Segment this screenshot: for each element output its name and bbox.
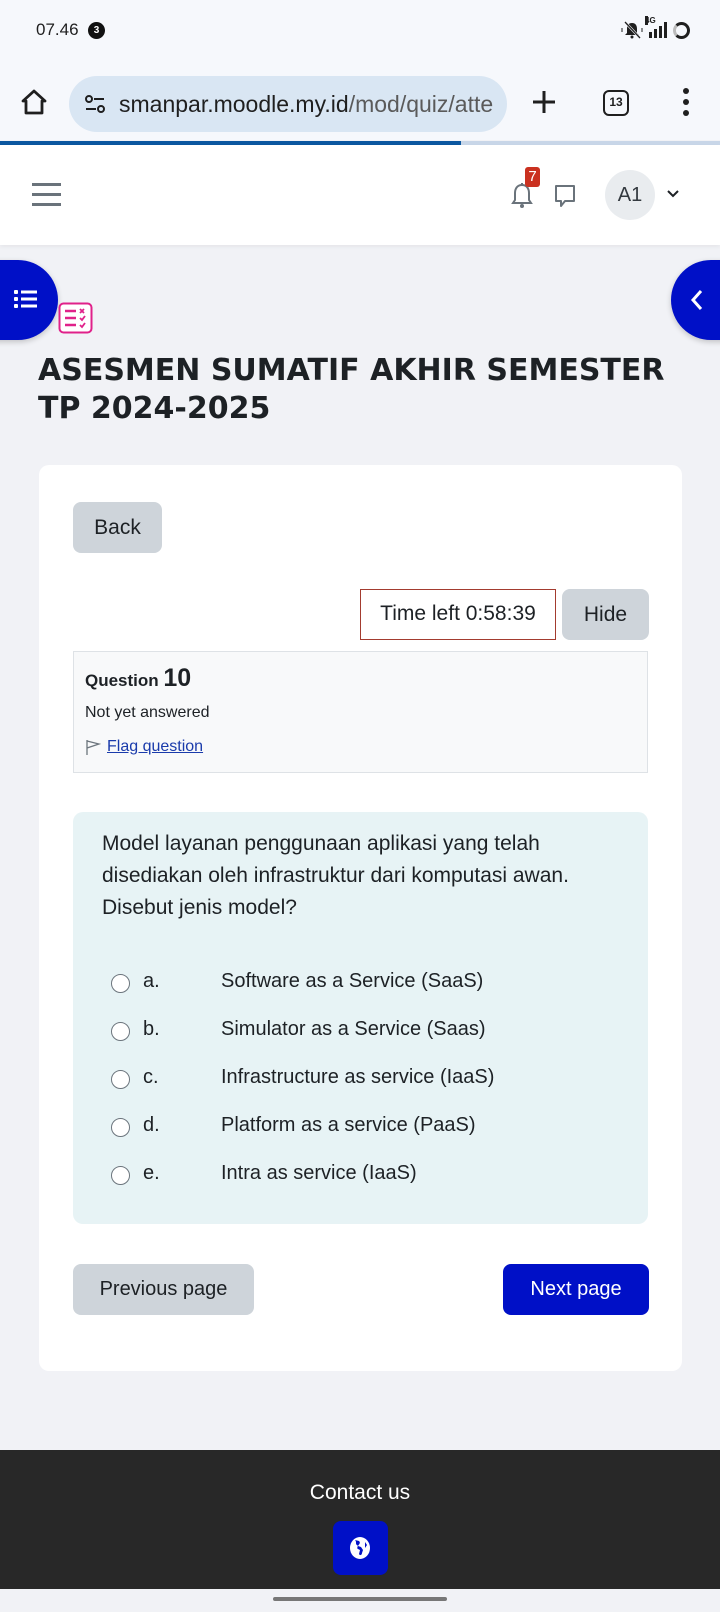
quiz-card: Back Time left 0:58:39 Hide Question 10 … — [39, 465, 682, 1371]
quiz-activity-icon — [58, 302, 93, 334]
url-path: /mod/quiz/atte — [348, 90, 494, 117]
answer-letter: a. — [143, 969, 160, 992]
address-bar[interactable]: smanpar.moodle.my.id/mod/quiz/atte — [69, 76, 507, 132]
answer-option[interactable]: c. Infrastructure as service (IaaS) — [111, 1053, 494, 1101]
question-info: Question 10 Not yet answered Flag questi… — [73, 651, 648, 773]
answer-option[interactable]: a. Software as a Service (SaaS) — [111, 957, 494, 1005]
status-time: 07.46 — [36, 20, 79, 39]
cell-signal-icon: 4G — [645, 16, 667, 38]
chevron-down-icon[interactable] — [666, 189, 680, 199]
answer-letter: b. — [143, 1017, 160, 1040]
answer-radio[interactable] — [111, 1069, 130, 1089]
messages-icon[interactable] — [553, 183, 577, 209]
page-title: ASESMEN SUMATIF AKHIR SEMESTER TP 2024-2… — [38, 353, 665, 426]
contact-us-heading: Contact us — [309, 1481, 411, 1504]
answer-option[interactable]: e. Intra as service (IaaS) — [111, 1149, 494, 1197]
site-navbar: 7 A1 — [0, 145, 720, 245]
flag-question-link[interactable]: Flag question — [85, 738, 203, 756]
question-content: Model layanan penggunaan aplikasi yang t… — [73, 812, 648, 1224]
answer-radio[interactable] — [111, 1165, 130, 1185]
answer-text[interactable]: Infrastructure as service (IaaS) — [221, 1066, 494, 1089]
notification-count-badge: 3 — [88, 22, 105, 39]
answer-letter: c. — [143, 1065, 159, 1088]
course-index-toggle[interactable] — [0, 260, 58, 340]
hamburger-menu-icon[interactable] — [32, 183, 61, 207]
chevron-left-icon — [690, 290, 703, 310]
answer-text[interactable]: Platform as a service (PaaS) — [221, 1114, 476, 1137]
flag-question-label[interactable]: Flag question — [107, 738, 203, 756]
question-text: Model layanan penggunaan aplikasi yang t… — [102, 832, 569, 919]
notifications-badge: 7 — [525, 167, 540, 187]
flag-icon — [86, 740, 101, 755]
back-button[interactable]: Back — [73, 502, 162, 553]
website-link-button[interactable] — [333, 1521, 388, 1575]
user-avatar[interactable]: A1 — [605, 170, 655, 220]
page-footer: Contact us — [0, 1450, 720, 1589]
status-bar: 07.46 3 4G — [0, 0, 720, 64]
answer-options: a. Software as a Service (SaaS) b. Simul… — [111, 957, 494, 1197]
status-icons: 4G — [621, 16, 690, 40]
answer-radio[interactable] — [111, 973, 130, 993]
new-tab-icon[interactable] — [530, 88, 558, 116]
answer-letter: d. — [143, 1113, 160, 1136]
answer-radio[interactable] — [111, 1021, 130, 1041]
answer-text[interactable]: Intra as service (IaaS) — [221, 1162, 417, 1185]
answer-letter: e. — [143, 1161, 160, 1184]
question-label: Question — [85, 671, 159, 690]
answer-option[interactable]: b. Simulator as a Service (Saas) — [111, 1005, 494, 1053]
answer-option[interactable]: d. Platform as a service (PaaS) — [111, 1101, 494, 1149]
tab-switcher-button[interactable]: 13 — [603, 90, 629, 116]
battery-icon — [673, 21, 690, 39]
network-type: 4G — [645, 16, 656, 25]
question-number-value: 10 — [163, 664, 192, 692]
question-number: Question 10 — [85, 664, 191, 693]
answer-radio[interactable] — [111, 1117, 130, 1137]
more-options-icon[interactable] — [678, 86, 694, 118]
block-drawer-toggle[interactable] — [671, 260, 720, 340]
answer-text[interactable]: Simulator as a Service (Saas) — [221, 1018, 486, 1041]
list-icon — [14, 290, 37, 308]
previous-page-button[interactable]: Previous page — [73, 1264, 254, 1315]
browser-toolbar: smanpar.moodle.my.id/mod/quiz/atte 13 — [0, 64, 720, 140]
mute-vibrate-icon — [621, 21, 643, 39]
next-page-button[interactable]: Next page — [503, 1264, 649, 1315]
gesture-bar — [273, 1597, 447, 1601]
answer-text[interactable]: Software as a Service (SaaS) — [221, 970, 483, 993]
hide-timer-button[interactable]: Hide — [562, 589, 649, 640]
home-icon[interactable] — [18, 86, 50, 118]
quiz-timer: Time left 0:58:39 — [360, 589, 556, 640]
site-settings-icon[interactable] — [83, 92, 107, 116]
url-host: smanpar.moodle.my.id — [119, 90, 349, 117]
globe-icon — [350, 1537, 370, 1559]
question-state: Not yet answered — [85, 704, 210, 721]
